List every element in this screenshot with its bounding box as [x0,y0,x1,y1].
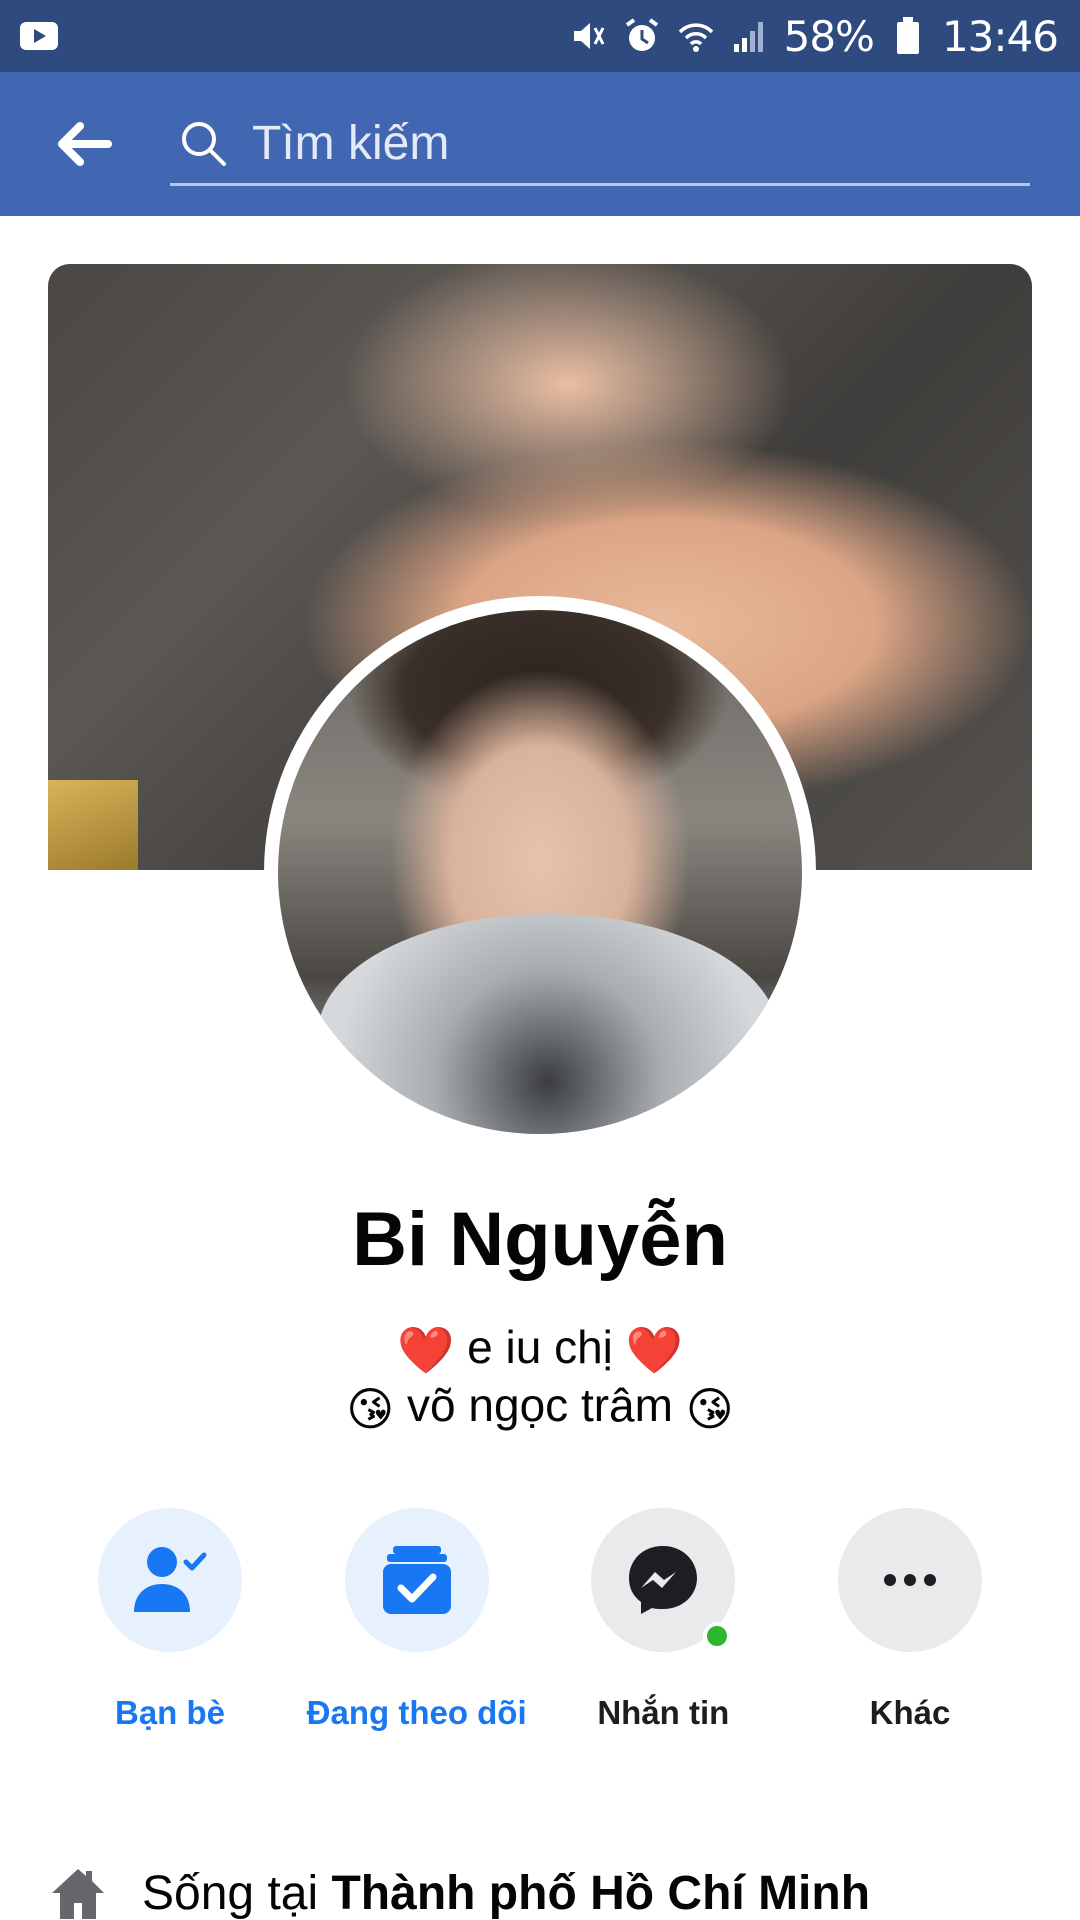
youtube-icon [20,22,58,50]
signal-icon [730,16,770,56]
kiss-emoji: 😘 [346,1382,395,1435]
lives-in-city[interactable]: Thành phố Hồ Chí Minh [331,1867,870,1920]
status-icons: 58% 13:46 [568,10,1059,62]
following-button[interactable]: Đang theo dõi [307,1508,527,1740]
lives-in-prefix: Sống tại [142,1866,319,1920]
kiss-emoji: 😘 [685,1382,734,1435]
friends-button-label: Bạn bè [114,1694,226,1731]
heart-emoji: ❤️ [625,1324,683,1377]
lives-in-text: Sống tại Thành phố Hồ Chí Minh [142,1866,870,1920]
more-button-label: Khác [869,1694,951,1731]
home-icon [52,1869,104,1919]
more-icon [883,1574,936,1586]
message-button-circle[interactable] [591,1508,736,1652]
following-button-label: Đang theo dõi [306,1694,527,1731]
message-button[interactable]: Nhắn tin [553,1508,773,1740]
profile-picture-frame[interactable] [264,596,816,1148]
alarm-icon [622,16,662,56]
bio-text-1: e iu chị [467,1321,613,1373]
status-bar: 58% 13:46 [0,0,1080,72]
arrow-left-icon [58,122,112,166]
more-button[interactable]: Khác [800,1508,1020,1740]
profile-picture[interactable] [278,610,802,1134]
bio-line-1: ❤️ e iu chị ❤️ [0,1320,1080,1378]
profile-name: Bi Nguyễn [352,1197,728,1282]
search-icon [182,121,226,166]
wifi-icon [676,16,716,56]
profile-picture-detail [318,914,778,1134]
bio-line-2: 😘 võ ngọc trâm 😘 [0,1378,1080,1436]
bio-text-2: võ ngọc trâm [407,1379,673,1431]
search-input[interactable] [252,116,1030,171]
friends-check-icon [134,1547,207,1612]
heart-emoji: ❤️ [397,1324,455,1377]
battery-percent: 58% [783,11,875,61]
message-button-label: Nhắn tin [597,1694,730,1731]
clock: 13:46 [941,11,1059,61]
profile-actions: Bạn bè Đang theo dõi Nhắn tin Khác [60,1508,1020,1740]
search-bar[interactable] [170,104,1030,186]
friends-button[interactable]: Bạn bè [60,1508,280,1740]
battery-icon [888,16,928,56]
cover-photo-detail [48,780,138,870]
more-button-circle[interactable] [837,1508,982,1652]
online-status-dot [703,1622,732,1650]
app-header [0,72,1080,216]
messenger-icon [629,1546,698,1614]
friends-button-circle[interactable] [98,1508,242,1652]
back-button[interactable] [52,116,116,172]
mute-icon [568,16,608,56]
following-button-circle[interactable] [344,1508,489,1652]
following-check-icon [382,1546,451,1614]
lives-in-row: Sống tại Thành phố Hồ Chí Minh [48,1858,870,1920]
